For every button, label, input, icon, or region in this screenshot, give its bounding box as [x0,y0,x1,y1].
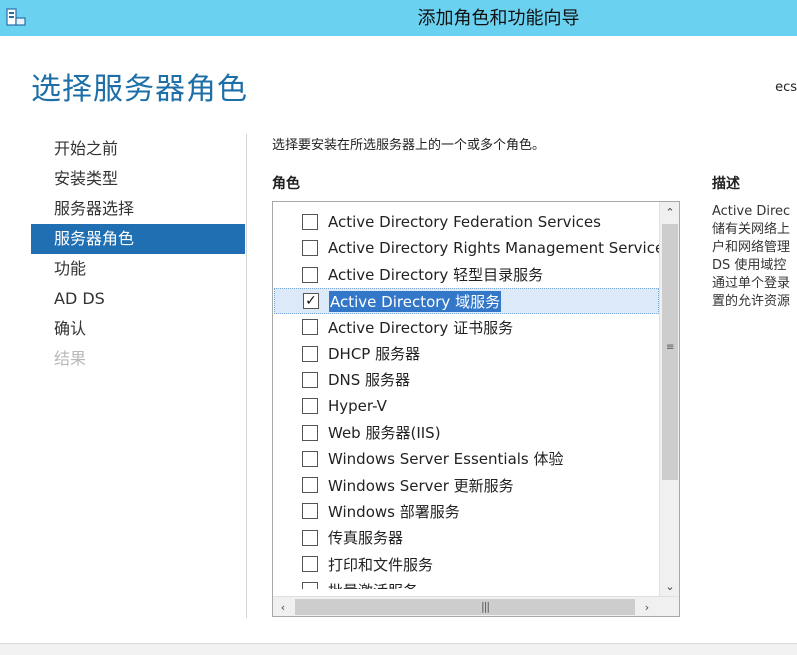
role-label: Active Directory Federation Services [328,213,601,232]
role-checkbox[interactable] [302,266,318,283]
role-label: Windows Server 更新服务 [328,476,514,495]
role-label: Active Directory 证书服务 [328,318,514,337]
role-row[interactable]: 打印和文件服务 [274,551,659,577]
nav-item-6[interactable]: 确认 [31,314,245,344]
horizontal-scroll-thumb[interactable]: ||| [295,599,635,615]
roles-list[interactable]: Active Directory Federation Services Acti… [272,201,680,617]
window-title: 添加角色和功能向导 [417,8,580,29]
nav-item-1[interactable]: 安装类型 [31,164,245,194]
role-label: Windows Server Essentials 体验 [328,450,564,469]
role-row[interactable]: Active Directory Federation Services [274,209,659,235]
role-label: Active Directory Rights Management Servi… [328,239,659,258]
role-row[interactable]: ✓ Active Directory 域服务 [274,287,659,315]
role-row[interactable]: Web 服务器(IIS) [274,419,659,445]
role-label: Web 服务器(IIS) [328,424,441,443]
role-checkbox[interactable] [302,319,318,336]
nav-item-0[interactable]: 开始之前 [31,134,245,164]
nav-divider [246,134,247,618]
role-checkbox[interactable] [302,345,318,362]
role-label: DNS 服务器 [328,371,411,390]
checkmark-icon: ✓ [305,293,317,310]
vertical-scroll-thumb[interactable]: ≡ [662,224,678,480]
role-label: Active Directory 域服务 [329,290,502,312]
nav-item-7: 结果 [54,349,87,368]
role-label: Hyper-V [328,397,387,416]
role-checkbox[interactable] [302,556,318,572]
role-label: Windows 部署服务 [328,502,460,521]
description-text: Active Direc 储有关网络上 户和网络管理 DS 使用域控 通过单个登… [712,204,791,309]
page-title: 选择服务器角色 [31,72,248,107]
nav-item-3[interactable]: 服务器角色 [31,224,245,254]
role-row[interactable]: Windows 部署服务 [274,498,659,524]
grip-icon: ≡ [666,342,675,353]
role-checkbox[interactable] [302,477,318,494]
wizard-footer [0,643,797,655]
roles-list-items: Active Directory Federation Services Acti… [274,209,659,589]
role-checkbox[interactable] [302,371,318,388]
role-label: 批量激活服务 [328,580,418,589]
nav-item-2[interactable]: 服务器选择 [31,194,245,224]
role-label: Active Directory 轻型目录服务 [328,266,544,285]
roles-header: 角色 [272,176,300,192]
vertical-scrollbar[interactable]: ⌃ ≡ ⌄ [659,202,679,596]
grip-icon: ||| [481,600,490,613]
role-checkbox[interactable] [302,240,318,257]
role-checkbox[interactable] [302,503,318,520]
horizontal-scrollbar[interactable]: ‹ ||| › [273,596,679,616]
scroll-up-icon[interactable]: ⌃ [660,202,679,222]
destination-server-name: ecs [775,80,797,95]
role-checkbox[interactable] [302,398,318,415]
role-row[interactable]: Windows Server 更新服务 [274,472,659,498]
role-row[interactable]: 批量激活服务 [274,577,659,589]
roles-instruction: 选择要安装在所选服务器上的一个或多个角色。 [272,138,546,153]
scroll-right-icon[interactable]: › [637,597,657,616]
role-checkbox[interactable] [302,450,318,467]
role-checkbox[interactable]: ✓ [303,293,319,310]
role-checkbox[interactable] [302,214,318,231]
nav-item-4[interactable]: 功能 [31,254,245,284]
role-checkbox[interactable] [302,529,318,546]
description-header: 描述 [712,176,740,192]
role-label: 打印和文件服务 [328,555,434,574]
role-checkbox[interactable] [302,582,318,589]
role-row[interactable]: Windows Server Essentials 体验 [274,446,659,472]
role-row[interactable]: Active Directory 证书服务 [274,314,659,340]
title-bar: 添加角色和功能向导 [0,0,797,36]
scroll-left-icon[interactable]: ‹ [273,597,293,616]
role-row[interactable]: Hyper-V [274,393,659,419]
role-row[interactable]: DNS 服务器 [274,367,659,393]
nav-item-5[interactable]: AD DS [31,284,245,314]
role-row[interactable]: 传真服务器 [274,525,659,551]
scroll-down-icon[interactable]: ⌄ [660,576,679,596]
role-row[interactable]: Active Directory 轻型目录服务 [274,262,659,288]
role-label: DHCP 服务器 [328,345,421,364]
role-checkbox[interactable] [302,424,318,441]
role-label: 传真服务器 [328,529,404,548]
role-row[interactable]: DHCP 服务器 [274,340,659,366]
role-row[interactable]: Active Directory Rights Management Servi… [274,235,659,261]
wizard-nav: 开始之前 安装类型 服务器选择 服务器角色 功能 AD DS 确认结果 [31,134,245,374]
